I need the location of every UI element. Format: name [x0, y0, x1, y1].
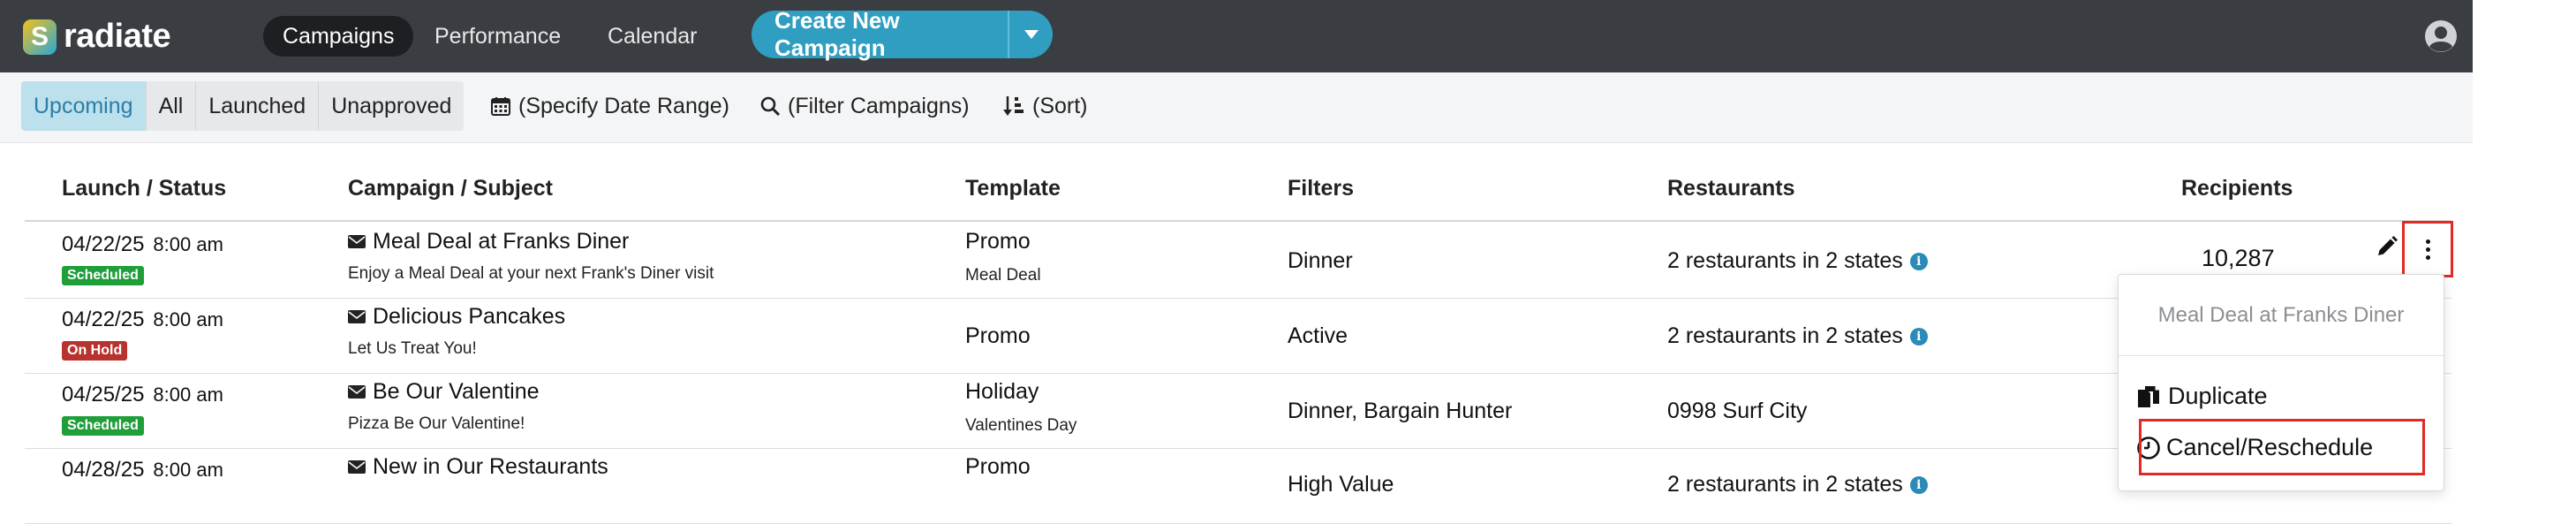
envelope-icon — [348, 385, 366, 399]
edit-pencil-icon[interactable] — [2376, 235, 2398, 258]
envelope-icon — [348, 310, 366, 323]
create-campaign-label: Create New Campaign — [774, 7, 900, 61]
status-badge: Scheduled — [62, 416, 144, 436]
template-name: Holiday — [965, 379, 1039, 404]
campaign-title[interactable]: New in Our Restaurants — [348, 454, 608, 480]
segment-unapproved[interactable]: Unapproved — [319, 81, 464, 131]
highlight-box — [2139, 419, 2425, 475]
info-icon[interactable]: i — [1909, 252, 1928, 270]
filters-value: Dinner, Bargain Hunter — [1288, 399, 1513, 423]
table-row[interactable]: 04/25/25 8:00 am Scheduled Be Our Valenti… — [25, 374, 2451, 449]
date-text: 04/28/25 — [62, 458, 145, 482]
filters-value: High Value — [1288, 472, 1394, 497]
campaign-title[interactable]: Delicious Pancakes — [348, 304, 565, 330]
calendar-icon — [491, 97, 510, 116]
campaign-title[interactable]: Meal Deal at Franks Diner — [348, 229, 629, 254]
copy-icon — [2138, 385, 2159, 407]
campaign-title-text: Delicious Pancakes — [373, 304, 566, 329]
date-text: 04/25/25 — [62, 383, 145, 406]
restaurants-text: 2 restaurants in 2 states — [1667, 472, 1903, 497]
restaurants-value: 0998 Surf City — [1667, 399, 1807, 424]
date-text: 04/22/25 — [62, 308, 145, 331]
segment-all[interactable]: All — [147, 81, 197, 131]
segment-upcoming[interactable]: Upcoming — [21, 81, 147, 131]
time-text: 8:00 am — [153, 233, 223, 255]
time-text: 8:00 am — [153, 459, 223, 481]
campaign-subject: Pizza Be Our Valentine! — [348, 414, 525, 433]
launch-date: 04/28/25 8:00 am — [62, 458, 223, 482]
duplicate-menu-item[interactable]: Duplicate — [2136, 383, 2268, 410]
nav-performance[interactable]: Performance — [415, 16, 580, 57]
table-header: Launch / Status Campaign / Subject Templ… — [25, 163, 2451, 222]
template-subtype: Valentines Day — [965, 416, 1077, 435]
restaurants-text: 0998 Surf City — [1667, 399, 1808, 423]
date-range-label: (Specify Date Range) — [518, 93, 730, 118]
nav-calendar[interactable]: Calendar — [588, 16, 716, 57]
table-row[interactable]: 04/28/25 8:00 am New in Our Restaurants P… — [25, 449, 2451, 524]
campaign-title[interactable]: Be Our Valentine — [348, 379, 540, 405]
table-row[interactable]: 04/22/25 8:00 am On Hold Delicious Pancak… — [25, 299, 2451, 374]
filter-campaigns-label: (Filter Campaigns) — [788, 93, 970, 118]
filter-bar: Upcoming All Launched Unapproved (Specif… — [0, 72, 2473, 143]
nav-campaigns[interactable]: Campaigns — [263, 16, 414, 57]
caret-down-icon — [1024, 30, 1039, 39]
restaurants-value: 2 restaurants in 2 states i — [1667, 248, 1928, 274]
filters-value: Dinner — [1288, 248, 1353, 273]
info-icon[interactable]: i — [1909, 327, 1928, 346]
table-row[interactable]: 04/22/25 8:00 am Scheduled Meal Deal at F… — [25, 224, 2451, 299]
column-header-launch[interactable]: Launch / Status — [62, 176, 226, 201]
filter-campaigns-button[interactable]: (Filter Campaigns) — [759, 81, 970, 131]
column-header-recipients[interactable]: Recipients — [2181, 176, 2293, 201]
envelope-icon — [348, 460, 366, 474]
template-subtype: Meal Deal — [965, 266, 1041, 285]
brand-name: radiate — [64, 18, 171, 55]
time-text: 8:00 am — [153, 308, 223, 330]
column-header-template[interactable]: Template — [965, 176, 1061, 201]
restaurants-text: 2 restaurants in 2 states — [1667, 323, 1903, 348]
date-text: 04/22/25 — [62, 232, 145, 256]
launch-date: 04/22/25 8:00 am — [62, 308, 223, 332]
campaign-subject: Enjoy a Meal Deal at your next Frank's D… — [348, 264, 714, 283]
sort-button[interactable]: (Sort) — [1002, 81, 1088, 131]
recipients-value: 10,287 — [2202, 245, 2275, 271]
column-header-campaign[interactable]: Campaign / Subject — [348, 176, 553, 201]
restaurants-text: 2 restaurants in 2 states — [1667, 248, 1903, 273]
create-campaign-button[interactable]: Create New Campaign — [752, 7, 1053, 61]
launch-date: 04/25/25 8:00 am — [62, 383, 223, 407]
status-badge: On Hold — [62, 341, 128, 361]
date-range-button[interactable]: (Specify Date Range) — [490, 81, 729, 131]
template-name: Promo — [965, 323, 1031, 348]
status-segmented-control: Upcoming All Launched Unapproved — [21, 81, 465, 131]
radiate-logo-icon: S — [23, 19, 57, 55]
campaign-subject: Let Us Treat You! — [348, 339, 477, 358]
duplicate-label: Duplicate — [2168, 383, 2268, 409]
template-name: Promo — [965, 454, 1031, 479]
column-header-filters[interactable]: Filters — [1288, 176, 1354, 201]
restaurants-value: 2 restaurants in 2 states i — [1667, 472, 1928, 497]
time-text: 8:00 am — [153, 384, 223, 406]
top-navbar: S radiate Campaigns Performance Calendar… — [0, 0, 2473, 72]
restaurants-value: 2 restaurants in 2 states i — [1667, 323, 1928, 349]
brand[interactable]: S radiate — [23, 18, 171, 56]
row-actions-menu-button[interactable] — [2402, 221, 2453, 277]
user-avatar-icon[interactable] — [2424, 19, 2458, 53]
launch-date: 04/22/25 8:00 am — [62, 232, 223, 257]
campaign-title-text: Meal Deal at Franks Diner — [373, 229, 630, 254]
template-name: Promo — [965, 229, 1031, 254]
dropdown-header: Meal Deal at Franks Diner — [2119, 275, 2444, 356]
search-icon — [760, 96, 781, 117]
campaign-title-text: New in Our Restaurants — [373, 454, 608, 479]
column-header-restaurants[interactable]: Restaurants — [1667, 176, 1795, 201]
segment-launched[interactable]: Launched — [196, 81, 320, 131]
envelope-icon — [348, 235, 366, 248]
status-badge: Scheduled — [62, 266, 144, 285]
campaign-title-text: Be Our Valentine — [373, 379, 540, 404]
filters-value: Active — [1288, 323, 1348, 348]
sort-label: (Sort) — [1032, 93, 1088, 118]
sort-icon — [1003, 96, 1024, 116]
kebab-icon — [2425, 239, 2430, 260]
create-campaign-dropdown-toggle[interactable] — [1008, 11, 1053, 58]
